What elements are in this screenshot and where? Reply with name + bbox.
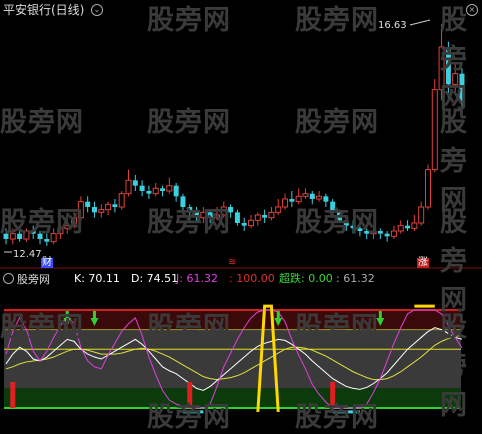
candle-body-up <box>302 193 309 197</box>
candle-body-up <box>166 185 173 192</box>
badge-cai: 财 <box>41 257 53 268</box>
candle-body-down <box>132 180 138 186</box>
level-value: : 100.00 <box>229 272 275 285</box>
watermark: 股旁网 <box>440 312 468 421</box>
candle-body-down <box>112 204 118 207</box>
candle-body-up <box>431 89 438 171</box>
candle-body-up <box>411 222 418 229</box>
candle-body-up <box>390 230 397 237</box>
candle-body-down <box>146 191 152 194</box>
indicator-title: 股旁网 <box>17 273 50 286</box>
candle-body-up <box>418 206 425 224</box>
low-price-label: 12.47 <box>13 249 42 260</box>
indicator-settings-icon[interactable] <box>3 273 14 284</box>
watermark: 股旁网 <box>0 107 84 138</box>
candle-body-up <box>118 193 125 208</box>
chevron-down-icon[interactable]: ⌄ <box>91 4 103 16</box>
candle-body-down <box>241 223 247 226</box>
watermark: 股旁网 <box>147 5 231 36</box>
watermark: 股旁网 <box>147 107 231 138</box>
watermark: 股旁网 <box>147 207 231 238</box>
candle-body-down <box>309 193 315 199</box>
watermark: 股旁网 <box>295 107 379 138</box>
candle-body-up <box>268 211 275 219</box>
candle-body-down <box>139 185 145 191</box>
candle-body-up <box>424 169 431 208</box>
candle-body-down <box>173 185 179 197</box>
candle-body-up <box>152 187 159 195</box>
candle-body-down <box>289 199 295 202</box>
buy-bar-icon <box>10 382 16 408</box>
chaodie-value: 超跌: 0.00 <box>279 272 333 285</box>
watermark: 股旁网 <box>295 5 379 36</box>
candle-body-up <box>98 209 105 213</box>
d-value: D: 74.51 <box>131 272 179 285</box>
high-pointer <box>409 19 431 26</box>
watermark: 股旁网 <box>295 312 379 343</box>
high-price-label: 16.63 <box>378 20 407 31</box>
candle-body-down <box>91 207 97 213</box>
candle-body-down <box>160 188 166 191</box>
watermark: 股旁网 <box>295 402 379 433</box>
candle-body-up <box>105 203 112 211</box>
watermark: 股旁网 <box>0 207 84 238</box>
indicator-name: 股旁网 <box>3 273 50 285</box>
watermark: 股旁网 <box>440 5 468 114</box>
watermark: 股旁网 <box>147 402 231 433</box>
candle-body-down <box>384 233 390 237</box>
candle-body-up <box>275 206 282 213</box>
oversold-band <box>4 388 461 408</box>
k-value: K: 70.11 <box>74 272 120 285</box>
chart-title: 平安银行(日线) <box>3 3 85 17</box>
badge-zhang: 涨 <box>417 257 429 268</box>
candle-body-down <box>262 215 268 218</box>
candle-body-up <box>397 225 404 232</box>
last-value: : 61.32 <box>336 272 375 285</box>
candle-body-up <box>125 179 132 195</box>
candle-body-up <box>248 219 255 227</box>
candle-body-up <box>282 198 289 208</box>
candle-body-up <box>316 195 323 200</box>
candle-body-down <box>85 201 91 207</box>
watermark: 股旁网 <box>147 312 231 343</box>
close-icon[interactable]: × <box>466 4 478 16</box>
watermark: 股旁网 <box>295 207 379 238</box>
j-value: J: 61.32 <box>176 272 218 285</box>
candle-body-down <box>44 239 50 242</box>
marker-icon: ≋ <box>228 257 237 268</box>
watermark: 股旁网 <box>440 107 468 216</box>
candle-body-down <box>405 225 411 229</box>
candle-body-down <box>234 212 240 223</box>
watermark: 股旁网 <box>0 312 84 343</box>
watermark: 股旁网 <box>440 207 468 316</box>
candle-body-up <box>254 214 261 221</box>
